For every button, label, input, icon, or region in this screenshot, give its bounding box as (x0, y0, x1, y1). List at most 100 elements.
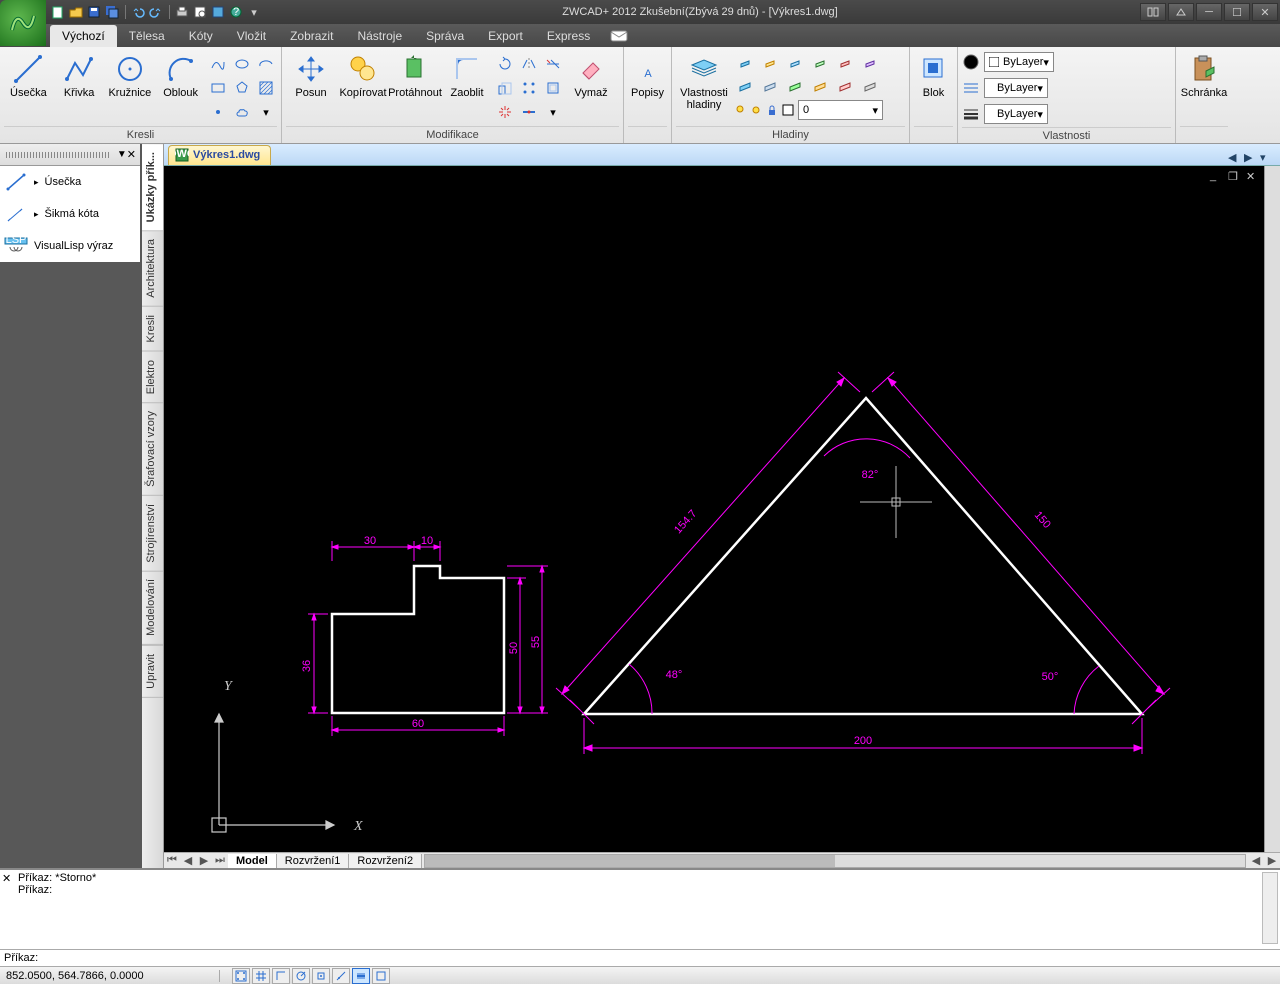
tool-oblouk[interactable]: Oblouk (156, 49, 205, 121)
color-combo[interactable]: ByLayer▾ (984, 52, 1054, 72)
layer-cur-icon[interactable] (784, 75, 806, 97)
qat-plot-icon[interactable] (174, 4, 190, 20)
color-wheel-icon[interactable] (962, 53, 980, 71)
palette-grip[interactable] (6, 152, 111, 158)
tool-popisy[interactable]: APopisy (628, 49, 667, 121)
maximize-button[interactable]: ☐ (1224, 3, 1250, 21)
qat-dropdown-icon[interactable]: ▾ (246, 4, 262, 20)
vertical-scrollbar[interactable] (1264, 166, 1280, 852)
layer-combo[interactable]: 0▾ (798, 100, 883, 120)
layout-first-icon[interactable]: ⏮ (164, 854, 180, 867)
vtab-ukazky[interactable]: Ukázky přík... (142, 144, 163, 231)
drawing-area[interactable]: _ ❐ ✕ 30 10 36 60 50 55 200 154.7 (164, 166, 1264, 852)
mdi-close-icon[interactable]: ✕ (1246, 170, 1258, 182)
win-help-extra-icon[interactable] (1140, 3, 1166, 21)
doc-tab-vykres1[interactable]: DWG Výkres1.dwg (168, 145, 271, 165)
layer-iso-icon[interactable] (734, 75, 756, 97)
vtab-srafovaci[interactable]: Šrafovací vzory (142, 403, 163, 496)
command-input[interactable] (41, 952, 1276, 964)
layout-prev-icon[interactable]: ◀ (180, 854, 196, 867)
tool-offset-icon[interactable] (542, 77, 564, 99)
layout-next-icon[interactable]: ▶ (196, 854, 212, 867)
status-grid-icon[interactable] (252, 968, 270, 984)
layout-tab-rozvrzeni1[interactable]: Rozvržení1 (277, 854, 350, 868)
layout-hscroll-right-icon[interactable]: ▶ (1264, 854, 1280, 867)
close-button[interactable]: ✕ (1252, 3, 1278, 21)
tool-polygon-icon[interactable] (231, 77, 253, 99)
layer-match-icon[interactable] (809, 75, 831, 97)
vtab-elektro[interactable]: Elektro (142, 352, 163, 403)
status-osnap-icon[interactable] (312, 968, 330, 984)
tool-point-icon[interactable] (207, 101, 229, 123)
tool-rectangle-icon[interactable] (207, 77, 229, 99)
qat-undo-icon[interactable] (130, 4, 146, 20)
status-coords[interactable]: 852.0500, 564.7866, 0.0000 (0, 970, 220, 982)
tool-vlastnosti-hladiny[interactable]: Vlastnosti hladiny (676, 49, 732, 121)
tool-usecka[interactable]: Úsečka (4, 49, 53, 121)
tool-zaoblit[interactable]: Zaoblit (442, 49, 492, 121)
tool-array-icon[interactable] (518, 77, 540, 99)
ribbon-tab-telesa[interactable]: Tělesa (117, 25, 177, 47)
ribbon-tab-express[interactable]: Express (535, 25, 602, 47)
status-lwt-icon[interactable] (352, 968, 370, 984)
ribbon-tab-zobrazit[interactable]: Zobrazit (278, 25, 345, 47)
lineweight-combo[interactable]: ByLayer▾ (984, 104, 1048, 124)
tool-blok[interactable]: Blok (914, 49, 953, 121)
qat-help-icon[interactable]: ? (228, 4, 244, 20)
status-snap-icon[interactable] (232, 968, 250, 984)
qat-redo-icon[interactable] (148, 4, 164, 20)
layout-last-icon[interactable]: ⏭ (212, 854, 228, 867)
layout-tab-rozvrzeni2[interactable]: Rozvržení2 (349, 854, 422, 868)
cmdwin-close-icon[interactable]: ✕ (2, 872, 11, 885)
vtab-modelovani[interactable]: Modelování (142, 571, 163, 645)
layout-hscroll[interactable] (424, 854, 1246, 868)
status-otrack-icon[interactable] (332, 968, 350, 984)
vtab-strojirenstvi[interactable]: Strojírenství (142, 496, 163, 572)
linetype-list-icon[interactable] (962, 79, 980, 97)
lineweight-list-icon[interactable] (962, 105, 980, 123)
palette-item-visuallisp[interactable]: LSP VisualLisp výraz (0, 230, 140, 262)
layer-state-icon[interactable] (859, 75, 881, 97)
layout-hscroll-left-icon[interactable]: ◀ (1248, 854, 1264, 867)
status-model-icon[interactable] (372, 968, 390, 984)
tool-schranka[interactable]: Schránka (1180, 49, 1228, 121)
vtab-architektura[interactable]: Architektura (142, 231, 163, 307)
tool-vymaz[interactable]: Vymaž (566, 49, 616, 121)
tool-rotate-icon[interactable] (494, 53, 516, 75)
qat-publish-icon[interactable] (210, 4, 226, 20)
palette-item-sikma-kota[interactable]: ▸ Šikmá kóta (0, 198, 140, 230)
left-palette-header[interactable]: ▼ ✕ (0, 144, 140, 166)
tool-revcloud-icon[interactable] (231, 101, 253, 123)
qat-save-icon[interactable] (86, 4, 102, 20)
mdi-restore-icon[interactable]: ❐ (1228, 170, 1240, 182)
ribbon-tab-nastroje[interactable]: Nástroje (345, 25, 414, 47)
status-polar-icon[interactable] (292, 968, 310, 984)
tool-trim-icon[interactable] (542, 53, 564, 75)
vtab-upravit[interactable]: Upravit (142, 645, 163, 698)
layer-freeze-icon[interactable] (784, 51, 806, 73)
ribbon-tab-vlozit[interactable]: Vložit (225, 25, 278, 47)
win-workspace-icon[interactable] (1168, 3, 1194, 21)
doc-next-icon[interactable]: ▶ (1244, 151, 1258, 165)
qat-open-icon[interactable] (68, 4, 84, 20)
tool-mirror-icon[interactable] (518, 53, 540, 75)
tool-join-icon[interactable] (518, 101, 540, 123)
qat-new-icon[interactable] (50, 4, 66, 20)
mdi-min-icon[interactable]: _ (1210, 170, 1222, 182)
app-logo[interactable] (0, 0, 46, 46)
command-vscroll[interactable] (1262, 872, 1278, 944)
tool-posun[interactable]: Posun (286, 49, 336, 121)
palette-item-usecka[interactable]: ▸ Úsečka (0, 166, 140, 198)
qat-saveall-icon[interactable] (104, 4, 120, 20)
tool-krivka[interactable]: Křivka (55, 49, 104, 121)
tool-scale-icon[interactable] (494, 77, 516, 99)
qat-preview-icon[interactable] (192, 4, 208, 20)
layer-unlock-icon[interactable] (859, 51, 881, 73)
ribbon-tab-sprava[interactable]: Správa (414, 25, 476, 47)
layout-tab-model[interactable]: Model (228, 854, 277, 868)
ribbon-tab-export[interactable]: Export (476, 25, 535, 47)
doc-list-icon[interactable]: ▾ (1260, 151, 1274, 165)
tool-protahnout[interactable]: Protáhnout (390, 49, 440, 121)
doc-prev-icon[interactable]: ◀ (1228, 151, 1242, 165)
tool-kruznice[interactable]: Kružnice (106, 49, 155, 121)
